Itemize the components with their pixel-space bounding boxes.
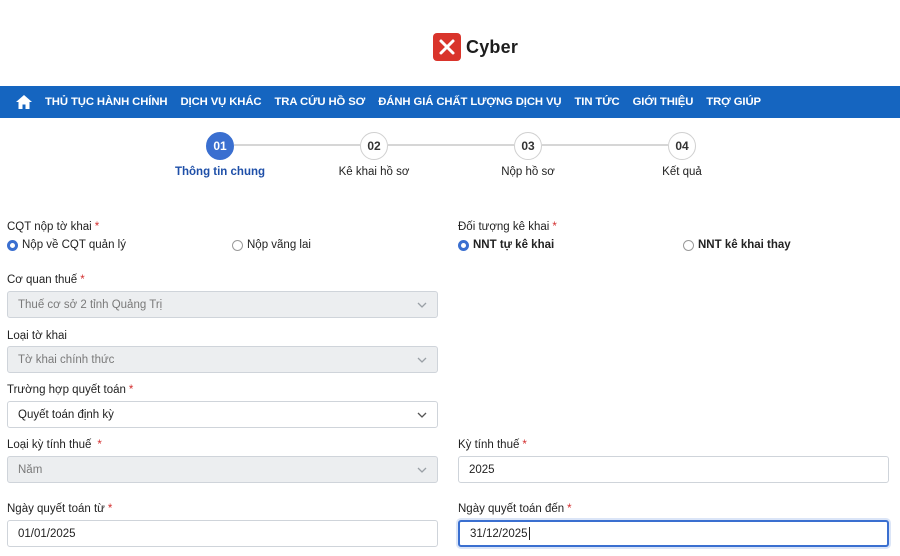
required-mark: * bbox=[522, 439, 527, 451]
ngay-den-label: Ngày quyết toán đến * bbox=[458, 503, 572, 515]
cqt-nop-label: CQT nộp tờ khai * bbox=[7, 221, 100, 233]
nav-item-tro-giup[interactable]: TRỢ GIÚP bbox=[706, 96, 761, 108]
truong-hop-select[interactable]: Quyết toán định kỳ bbox=[7, 401, 438, 428]
co-quan-thue-select[interactable]: Thuế cơ sở 2 tỉnh Quảng Trị bbox=[7, 291, 438, 318]
chevron-down-icon bbox=[417, 357, 427, 363]
progress-stepper: 01 Thông tin chung 02 Kê khai hồ sơ 03 N… bbox=[0, 128, 900, 188]
loai-to-khai-select[interactable]: Tờ khai chính thức bbox=[7, 346, 438, 373]
required-mark: * bbox=[552, 221, 557, 233]
loai-to-khai-value: Tờ khai chính thức bbox=[18, 353, 115, 366]
step-4[interactable]: 04 Kết quả bbox=[622, 132, 742, 178]
nav-item-tra-cuu[interactable]: TRA CỨU HỒ SƠ bbox=[275, 96, 366, 108]
step-label: Thông tin chung bbox=[174, 166, 266, 178]
ngay-den-value: 31/12/2025 bbox=[470, 527, 528, 540]
logo-mark-icon bbox=[433, 33, 461, 61]
step-label: Kết quả bbox=[662, 166, 702, 178]
radio-empty-icon bbox=[683, 239, 694, 251]
ky-tinh-thue-input[interactable]: 2025 bbox=[458, 456, 889, 483]
required-mark: * bbox=[128, 384, 134, 396]
step-number: 04 bbox=[668, 132, 696, 160]
radio-nnt-tu-ke-khai[interactable]: NNT tự kê khai bbox=[458, 239, 554, 251]
ky-tinh-thue-value: 2025 bbox=[469, 463, 495, 476]
loai-ky-label: Loại kỳ tính thuế * bbox=[7, 439, 102, 451]
logo-text: Cyber bbox=[466, 36, 519, 57]
step-1[interactable]: 01 Thông tin chung bbox=[160, 132, 280, 178]
radio-empty-icon bbox=[232, 239, 243, 251]
required-mark: * bbox=[567, 503, 572, 515]
radio-nop-vang-lai[interactable]: Nộp vãng lai bbox=[232, 239, 311, 251]
step-label: Nộp hồ sơ bbox=[501, 166, 555, 178]
radio-selected-icon bbox=[7, 239, 18, 251]
loai-ky-value: Năm bbox=[18, 463, 43, 476]
radio-nop-ve-cqt[interactable]: Nộp về CQT quản lý bbox=[7, 239, 126, 251]
radio-selected-icon bbox=[458, 239, 469, 251]
step-number: 01 bbox=[206, 132, 234, 160]
chevron-down-icon bbox=[417, 467, 427, 473]
nav-item-thu-tuc[interactable]: THỦ TỤC HÀNH CHÍNH bbox=[45, 96, 168, 108]
chevron-down-icon bbox=[417, 412, 427, 418]
nav-item-danh-gia[interactable]: ĐÁNH GIÁ CHẤT LƯỢNG DỊCH VỤ bbox=[378, 96, 561, 108]
step-3[interactable]: 03 Nộp hồ sơ bbox=[468, 132, 588, 178]
loai-to-khai-label: Loại tờ khai bbox=[7, 330, 67, 342]
step-2[interactable]: 02 Kê khai hồ sơ bbox=[314, 132, 434, 178]
radio-nnt-ke-khai-thay[interactable]: NNT kê khai thay bbox=[683, 239, 791, 251]
ngay-tu-label: Ngày quyết toán từ * bbox=[7, 503, 113, 515]
nav-item-tin-tuc[interactable]: TIN TỨC bbox=[574, 96, 619, 108]
ngay-tu-input[interactable]: 01/01/2025 bbox=[7, 520, 438, 547]
main-navbar: THỦ TỤC HÀNH CHÍNH DỊCH VỤ KHÁC TRA CỨU … bbox=[0, 86, 900, 118]
step-label: Kê khai hồ sơ bbox=[338, 166, 410, 178]
co-quan-thue-label: Cơ quan thuế * bbox=[7, 274, 85, 286]
text-cursor bbox=[528, 527, 530, 540]
truong-hop-label: Trường hợp quyết toán * bbox=[7, 384, 134, 396]
required-mark: * bbox=[107, 503, 113, 515]
step-number: 03 bbox=[514, 132, 542, 160]
nav-item-gioi-thieu[interactable]: GIỚI THIỆU bbox=[633, 96, 694, 108]
chevron-down-icon bbox=[417, 302, 427, 308]
ky-tinh-thue-label: Kỳ tính thuế * bbox=[458, 439, 527, 451]
ngay-den-input[interactable]: 31/12/2025 bbox=[458, 520, 889, 547]
required-mark: * bbox=[97, 439, 102, 451]
nav-item-dich-vu-khac[interactable]: DỊCH VỤ KHÁC bbox=[180, 96, 261, 108]
truong-hop-value: Quyết toán định kỳ bbox=[18, 408, 114, 421]
loai-ky-select[interactable]: Năm bbox=[7, 456, 438, 483]
doi-tuong-label: Đối tượng kê khai * bbox=[458, 221, 557, 233]
co-quan-thue-value: Thuế cơ sở 2 tỉnh Quảng Trị bbox=[18, 298, 163, 311]
cyber-logo[interactable]: Cyber bbox=[433, 33, 518, 61]
step-number: 02 bbox=[360, 132, 388, 160]
required-mark: * bbox=[94, 221, 100, 233]
ngay-tu-value: 01/01/2025 bbox=[18, 527, 76, 540]
required-mark: * bbox=[80, 274, 85, 286]
home-icon[interactable] bbox=[14, 92, 34, 112]
